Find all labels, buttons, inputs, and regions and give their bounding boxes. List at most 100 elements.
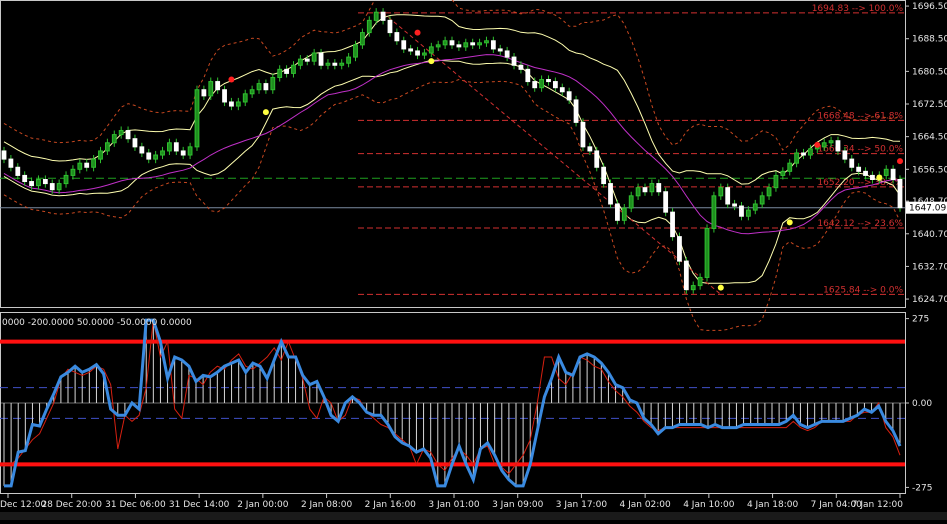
candle-body — [22, 174, 28, 183]
candle-body — [353, 44, 358, 58]
candle-body — [739, 205, 744, 217]
candle-body — [415, 50, 420, 56]
price-tick-label: 1696.50 — [912, 2, 947, 12]
candle-body — [332, 62, 338, 66]
candle-body — [477, 42, 482, 46]
candle-body — [91, 158, 96, 168]
time-tick-label: Dec 12:00 — [0, 500, 46, 510]
candle-body — [146, 152, 152, 160]
price-tick-label: 1664.50 — [912, 133, 947, 143]
candle-body — [77, 162, 83, 170]
candle-body — [690, 285, 696, 291]
candle-body — [318, 52, 324, 66]
time-tick-label: 4 Jan 10:00 — [683, 500, 735, 510]
candle-body — [656, 183, 662, 193]
time-tick-label: 3 Jan 17:00 — [556, 500, 608, 510]
fib-level-label: 1652.20 --> 38.2% — [817, 178, 903, 188]
indicator-params-label: 0000 -200.0000 50.0000 -50.0000 0.0000 — [2, 318, 192, 328]
candle-body — [532, 81, 538, 89]
candle-body — [511, 56, 517, 66]
candle-body — [249, 89, 255, 95]
candle-body — [180, 150, 186, 156]
candle-body — [325, 62, 331, 66]
candle-body — [263, 83, 269, 91]
candle-body — [490, 40, 496, 50]
candle-body — [42, 179, 48, 185]
candle-body — [828, 140, 834, 144]
candle-body — [242, 93, 248, 103]
candle-body — [256, 83, 262, 91]
candle-body — [883, 168, 889, 176]
candle-body — [745, 209, 751, 217]
candle-body — [118, 130, 124, 136]
moving-average-line — [3, 54, 901, 235]
fractal-down-marker — [262, 109, 269, 116]
horizontal-scrollbar[interactable] — [0, 512, 947, 520]
candle-body — [408, 48, 414, 52]
candle-body — [36, 179, 41, 187]
candle-body — [539, 79, 544, 89]
candle-body — [759, 195, 765, 205]
candle-body — [649, 183, 655, 193]
candle-body — [546, 79, 551, 83]
candle-body — [373, 11, 379, 21]
candle-body — [270, 76, 276, 91]
candle-body — [711, 195, 717, 229]
candle-body — [497, 48, 503, 52]
time-tick-label: 2 Jan 08:00 — [301, 500, 353, 510]
candle-body — [449, 40, 455, 46]
bollinger-outer-lower — [3, 78, 901, 331]
candle-body — [559, 87, 565, 93]
candle-body — [608, 183, 613, 205]
candle-body — [401, 40, 407, 50]
price-tick-label: 1632.70 — [912, 262, 947, 272]
candle-body — [304, 58, 310, 62]
current-price-label: 1647.09 — [909, 204, 946, 214]
candle-body — [284, 68, 289, 74]
candle-body — [125, 130, 131, 140]
candle-body — [794, 152, 800, 164]
candle-body — [153, 154, 159, 160]
candle-body — [766, 187, 772, 197]
candle-body — [697, 276, 703, 287]
candle-body — [842, 150, 848, 160]
chart-canvas[interactable]: 1694.83 --> 100.0%1668.48 --> 61.8%1660.… — [0, 0, 947, 520]
candle-body — [732, 203, 737, 207]
candle-body — [360, 32, 365, 46]
price-tick-label: 1640.70 — [912, 230, 947, 240]
fib-level-label: 1694.83 --> 100.0% — [812, 4, 904, 14]
candle-body — [366, 19, 372, 34]
candle-body — [504, 50, 510, 58]
fractal-up-marker — [228, 76, 235, 83]
candle-body — [201, 89, 207, 97]
candle-body — [15, 166, 21, 176]
time-tick-label: 2 Jan 00:00 — [237, 500, 289, 510]
candle-body — [229, 101, 234, 107]
candle-body — [587, 146, 593, 152]
candle-body — [787, 162, 793, 172]
fractal-down-marker — [717, 284, 724, 291]
candle-body — [442, 40, 448, 46]
candle-body — [235, 101, 241, 107]
fractal-down-marker — [428, 58, 435, 65]
candle-body — [139, 146, 145, 154]
candle-body — [70, 168, 76, 176]
candle-body — [725, 187, 731, 205]
candle-body — [677, 236, 682, 262]
candle-body — [621, 207, 627, 221]
fib-level-label: 1625.84 --> 0.0% — [823, 285, 903, 295]
time-tick-label: 4 Jan 18:00 — [747, 500, 799, 510]
candle-body — [311, 52, 317, 62]
bollinger-inner-lower — [3, 59, 901, 284]
fractal-down-marker — [876, 174, 883, 181]
candle-body — [594, 150, 600, 168]
candle-body — [566, 91, 572, 101]
time-tick-label: 7 Jan 12:00 — [852, 500, 904, 510]
candle-body — [277, 68, 283, 78]
candle-body — [718, 187, 724, 197]
time-tick-label: 3 Jan 01:00 — [428, 500, 480, 510]
time-tick-label: 4 Jan 02:00 — [620, 500, 672, 510]
candle-body — [422, 52, 427, 56]
candle-body — [801, 152, 806, 156]
candle-body — [1, 150, 7, 160]
